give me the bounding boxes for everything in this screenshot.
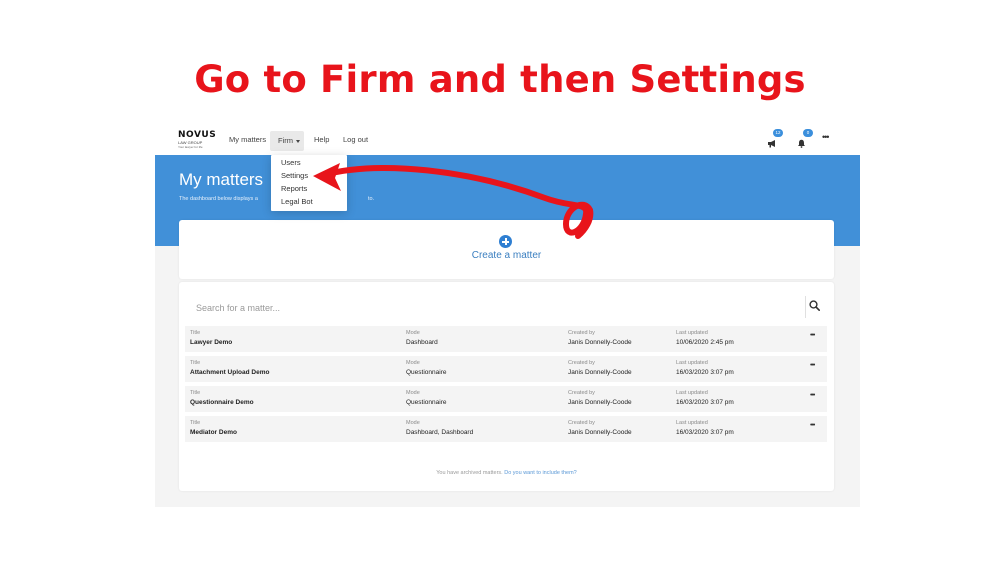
matter-created-by: Janis Donnelly-Coode bbox=[568, 399, 632, 406]
page-subtitle-end: to. bbox=[368, 196, 375, 202]
last-updated-cell: Last updated 16/03/2020 3:07 pm bbox=[676, 389, 734, 408]
search-input[interactable] bbox=[194, 299, 798, 317]
top-navbar: NOVUS LAW GROUP Your lawyer for life My … bbox=[155, 127, 860, 155]
logo-main-text: NOVUS bbox=[178, 130, 217, 140]
matter-mode: Questionnaire bbox=[406, 399, 447, 406]
matter-title: Lawyer Demo bbox=[190, 339, 233, 346]
last-updated-cell: Last updated 16/03/2020 3:07 pm bbox=[676, 419, 734, 438]
matter-row[interactable]: Title Questionnaire Demo Mode Questionnair… bbox=[185, 386, 827, 412]
last-updated-cell: Last updated 10/06/2020 2:45 pm bbox=[676, 329, 734, 348]
firm-logo[interactable]: NOVUS LAW GROUP Your lawyer for life bbox=[178, 130, 217, 150]
column-label: Last updated bbox=[676, 360, 708, 366]
column-label: Mode bbox=[406, 420, 420, 426]
matter-mode: Questionnaire bbox=[406, 369, 447, 376]
column-label: Last updated bbox=[676, 390, 708, 396]
title-cell: Title Lawyer Demo bbox=[190, 329, 232, 348]
matter-last-updated: 10/06/2020 2:45 pm bbox=[676, 339, 734, 346]
column-label: Title bbox=[190, 390, 201, 396]
matter-row[interactable]: Title Attachment Upload Demo Mode Question… bbox=[185, 356, 827, 382]
matter-title: Mediator Demo bbox=[190, 429, 237, 436]
title-cell: Title Questionnaire Demo bbox=[190, 389, 254, 408]
mode-cell: Mode Questionnaire bbox=[406, 359, 446, 378]
row-menu-icon[interactable]: ••• bbox=[810, 392, 815, 399]
more-options-icon[interactable]: ••• bbox=[822, 132, 830, 142]
matter-created-by: Janis Donnelly-Coode bbox=[568, 369, 632, 376]
matters-list-card: Title Lawyer Demo Mode Dashboard Created b… bbox=[179, 282, 834, 491]
include-archived-link[interactable]: Do you want to include them? bbox=[504, 470, 576, 476]
search-divider bbox=[805, 296, 806, 318]
plus-circle-icon[interactable] bbox=[499, 235, 512, 248]
matter-row[interactable]: Title Lawyer Demo Mode Dashboard Created b… bbox=[185, 326, 827, 352]
nav-log-out[interactable]: Log out bbox=[343, 135, 368, 144]
column-label: Title bbox=[190, 330, 201, 336]
matter-last-updated: 16/03/2020 3:07 pm bbox=[676, 399, 734, 406]
matter-title: Attachment Upload Demo bbox=[190, 369, 270, 376]
bell-glyph bbox=[798, 139, 805, 148]
caret-down-icon bbox=[296, 140, 300, 143]
matter-title: Questionnaire Demo bbox=[190, 399, 254, 406]
search-icon[interactable] bbox=[809, 300, 820, 311]
title-cell: Title Attachment Upload Demo bbox=[190, 359, 269, 378]
created-by-cell: Created by Janis Donnelly-Coode bbox=[568, 329, 632, 348]
row-menu-icon[interactable]: ••• bbox=[810, 362, 815, 369]
column-label: Mode bbox=[406, 330, 420, 336]
notifications-badge: 0 bbox=[803, 129, 813, 137]
column-label: Created by bbox=[568, 420, 595, 426]
archived-text: You have archived matters. bbox=[436, 470, 503, 476]
column-label: Created by bbox=[568, 360, 595, 366]
matter-last-updated: 16/03/2020 3:07 pm bbox=[676, 369, 734, 376]
annotation-headline: Go to Firm and then Settings bbox=[194, 58, 806, 101]
announcements-badge: 12 bbox=[773, 129, 783, 137]
menu-item-reports[interactable]: Reports bbox=[281, 184, 307, 193]
row-menu-icon[interactable]: ••• bbox=[810, 422, 815, 429]
app-window: NOVUS LAW GROUP Your lawyer for life My … bbox=[155, 127, 860, 507]
mode-cell: Mode Questionnaire bbox=[406, 389, 446, 408]
create-matter-link[interactable]: Create a matter bbox=[179, 250, 834, 261]
column-label: Title bbox=[190, 420, 201, 426]
created-by-cell: Created by Janis Donnelly-Coode bbox=[568, 419, 632, 438]
column-label: Last updated bbox=[676, 330, 708, 336]
menu-item-legal-bot[interactable]: Legal Bot bbox=[281, 197, 313, 206]
create-matter-card[interactable]: Create a matter bbox=[179, 220, 834, 279]
page-title: My matters. bbox=[179, 170, 263, 189]
megaphone-glyph bbox=[768, 140, 775, 148]
matter-row[interactable]: Title Mediator Demo Mode Dashboard, Dashbo… bbox=[185, 416, 827, 442]
matter-last-updated: 16/03/2020 3:07 pm bbox=[676, 429, 734, 436]
menu-item-settings[interactable]: Settings bbox=[281, 171, 308, 180]
logo-tagline: Your lawyer for life bbox=[178, 145, 203, 149]
column-label: Last updated bbox=[676, 420, 708, 426]
mode-cell: Mode Dashboard bbox=[406, 329, 438, 348]
archived-notice: You have archived matters. Do you want t… bbox=[179, 470, 834, 476]
column-label: Title bbox=[190, 360, 201, 366]
nav-firm-label: Firm bbox=[278, 136, 293, 145]
mode-cell: Mode Dashboard, Dashboard bbox=[406, 419, 473, 438]
nav-my-matters[interactable]: My matters bbox=[229, 135, 266, 144]
title-cell: Title Mediator Demo bbox=[190, 419, 237, 438]
column-label: Created by bbox=[568, 390, 595, 396]
created-by-cell: Created by Janis Donnelly-Coode bbox=[568, 359, 632, 378]
last-updated-cell: Last updated 16/03/2020 3:07 pm bbox=[676, 359, 734, 378]
firm-dropdown-menu: Users Settings Reports Legal Bot bbox=[271, 155, 347, 211]
bell-icon[interactable]: 0 bbox=[797, 129, 813, 148]
row-menu-icon[interactable]: ••• bbox=[810, 332, 815, 339]
nav-help[interactable]: Help bbox=[314, 135, 329, 144]
page-subtitle-start: The dashboard below displays a bbox=[179, 196, 258, 202]
nav-firm-dropdown[interactable]: Firm bbox=[270, 131, 304, 151]
column-label: Mode bbox=[406, 390, 420, 396]
column-label: Mode bbox=[406, 360, 420, 366]
matter-created-by: Janis Donnelly-Coode bbox=[568, 429, 632, 436]
megaphone-icon[interactable]: 12 bbox=[767, 129, 783, 148]
created-by-cell: Created by Janis Donnelly-Coode bbox=[568, 389, 632, 408]
matter-created-by: Janis Donnelly-Coode bbox=[568, 339, 632, 346]
column-label: Created by bbox=[568, 330, 595, 336]
matter-mode: Dashboard, Dashboard bbox=[406, 429, 474, 436]
menu-item-users[interactable]: Users bbox=[281, 158, 301, 167]
matter-mode: Dashboard bbox=[406, 339, 438, 346]
